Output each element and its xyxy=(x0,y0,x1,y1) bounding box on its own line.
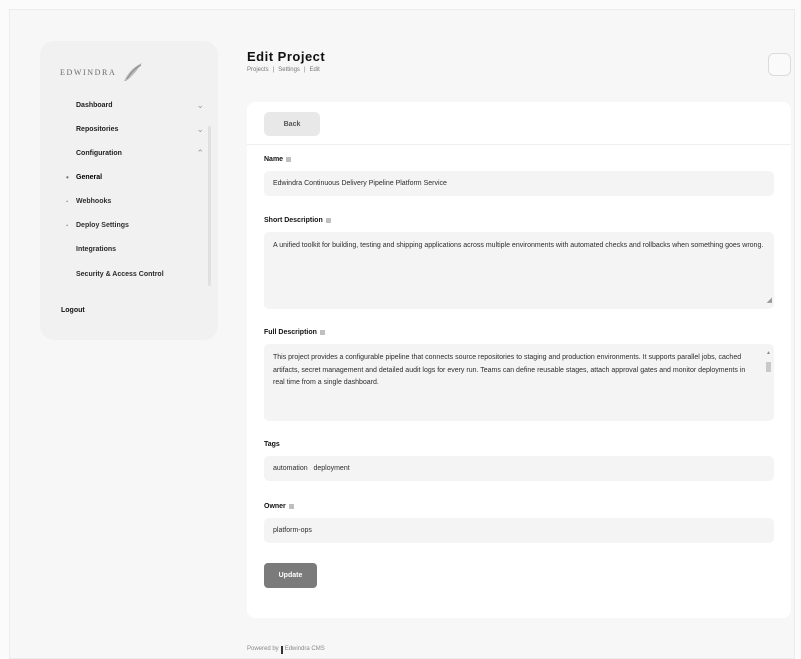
scroll-up-icon[interactable]: ▲ xyxy=(765,347,772,360)
breadcrumb-separator: | xyxy=(272,67,275,73)
sidebar-item-label: Dashboard xyxy=(76,101,113,109)
resize-handle-icon[interactable]: ◢ xyxy=(767,295,772,308)
owner-label-text: Owner xyxy=(264,503,286,510)
edit-form-card: Back Name Edwindra Continuous Delivery P… xyxy=(247,102,791,618)
scrollbar-thumb[interactable] xyxy=(766,361,771,372)
name-label-text: Name xyxy=(264,156,284,163)
update-button[interactable]: Update xyxy=(264,563,317,588)
tags-field[interactable]: automation deployment xyxy=(264,456,774,481)
sidebar-item-label: Repositories xyxy=(76,125,119,133)
sidebar-nav: Dashboard ⌄ Repositories ⌄ Configuration… xyxy=(62,93,204,287)
sidebar-subitem-label: General xyxy=(76,173,103,181)
sidebar-item-configuration[interactable]: Configuration ⌃ xyxy=(62,141,204,165)
bullet-icon: · xyxy=(66,220,69,230)
textarea-scrollbar[interactable]: ▲ xyxy=(765,347,772,417)
sidebar-subitem-label: Webhooks xyxy=(76,197,112,205)
bullet-icon: · xyxy=(66,196,69,206)
name-field[interactable]: Edwindra Continuous Delivery Pipeline Pl… xyxy=(264,171,774,196)
required-marker-icon xyxy=(286,157,292,162)
sidebar-scrollbar[interactable] xyxy=(208,126,211,286)
sidebar-item-security[interactable]: Security & Access Control xyxy=(62,262,204,287)
breadcrumb-separator: | xyxy=(303,67,306,73)
tags-label-text: Tags xyxy=(264,441,280,448)
back-button[interactable]: Back xyxy=(264,112,320,136)
chevron-down-icon: ⌄ xyxy=(196,99,204,110)
full-description-label-text: Full Description xyxy=(264,329,317,336)
logout-link[interactable]: Logout xyxy=(61,307,85,314)
tags-label: Tags xyxy=(264,441,280,448)
card-header: Back xyxy=(247,102,791,145)
name-label: Name xyxy=(264,156,292,163)
page-title: Edit Project xyxy=(247,49,326,64)
full-description-text: This project provides a configurable pip… xyxy=(273,354,746,386)
feather-logo-icon xyxy=(124,63,143,81)
sidebar-item-integrations[interactable]: Integrations xyxy=(62,237,204,262)
breadcrumb-item[interactable]: Projects xyxy=(247,67,269,73)
full-description-textarea[interactable]: This project provides a configurable pip… xyxy=(264,344,774,421)
sidebar: EDWINDRA Dashboard ⌄ Repositories ⌄ Conf… xyxy=(40,41,218,340)
bullet-icon: • xyxy=(66,172,69,182)
breadcrumb-item[interactable]: Settings xyxy=(278,67,300,73)
short-description-label: Short Description xyxy=(264,217,331,224)
sidebar-subitem-webhooks[interactable]: · Webhooks xyxy=(62,189,204,213)
sidebar-item-repositories[interactable]: Repositories ⌄ xyxy=(62,117,204,141)
brand[interactable]: EDWINDRA xyxy=(60,61,144,83)
breadcrumb-item-current: Edit xyxy=(309,67,320,73)
short-description-textarea[interactable]: A unified toolkit for building, testing … xyxy=(264,232,774,309)
required-marker-icon xyxy=(319,330,325,335)
chevron-up-icon: ⌃ xyxy=(196,147,204,158)
full-description-label: Full Description xyxy=(264,329,325,336)
chevron-down-icon: ⌄ xyxy=(196,123,204,134)
owner-label: Owner xyxy=(264,503,294,510)
short-description-text: A unified toolkit for building, testing … xyxy=(273,242,764,249)
brand-name: EDWINDRA xyxy=(60,67,117,77)
owner-field[interactable]: platform-ops xyxy=(264,518,774,543)
footer-link[interactable]: Edwindra CMS xyxy=(285,646,325,654)
sidebar-item-dashboard[interactable]: Dashboard ⌄ xyxy=(62,93,204,117)
footer-divider xyxy=(280,646,283,654)
footer-text: Powered by xyxy=(247,646,279,652)
short-description-label-text: Short Description xyxy=(264,217,323,224)
required-marker-icon xyxy=(288,504,294,509)
required-marker-icon xyxy=(325,218,331,223)
menu-toggle-button[interactable] xyxy=(768,53,791,76)
sidebar-subitem-deploy[interactable]: · Deploy Settings xyxy=(62,213,204,237)
breadcrumb: Projects | Settings | Edit xyxy=(247,67,320,73)
sidebar-subitem-label: Deploy Settings xyxy=(76,221,129,229)
footer: Powered by Edwindra CMS xyxy=(247,646,325,654)
sidebar-subitem-general[interactable]: • General xyxy=(62,165,204,189)
sidebar-item-label: Configuration xyxy=(76,149,122,157)
